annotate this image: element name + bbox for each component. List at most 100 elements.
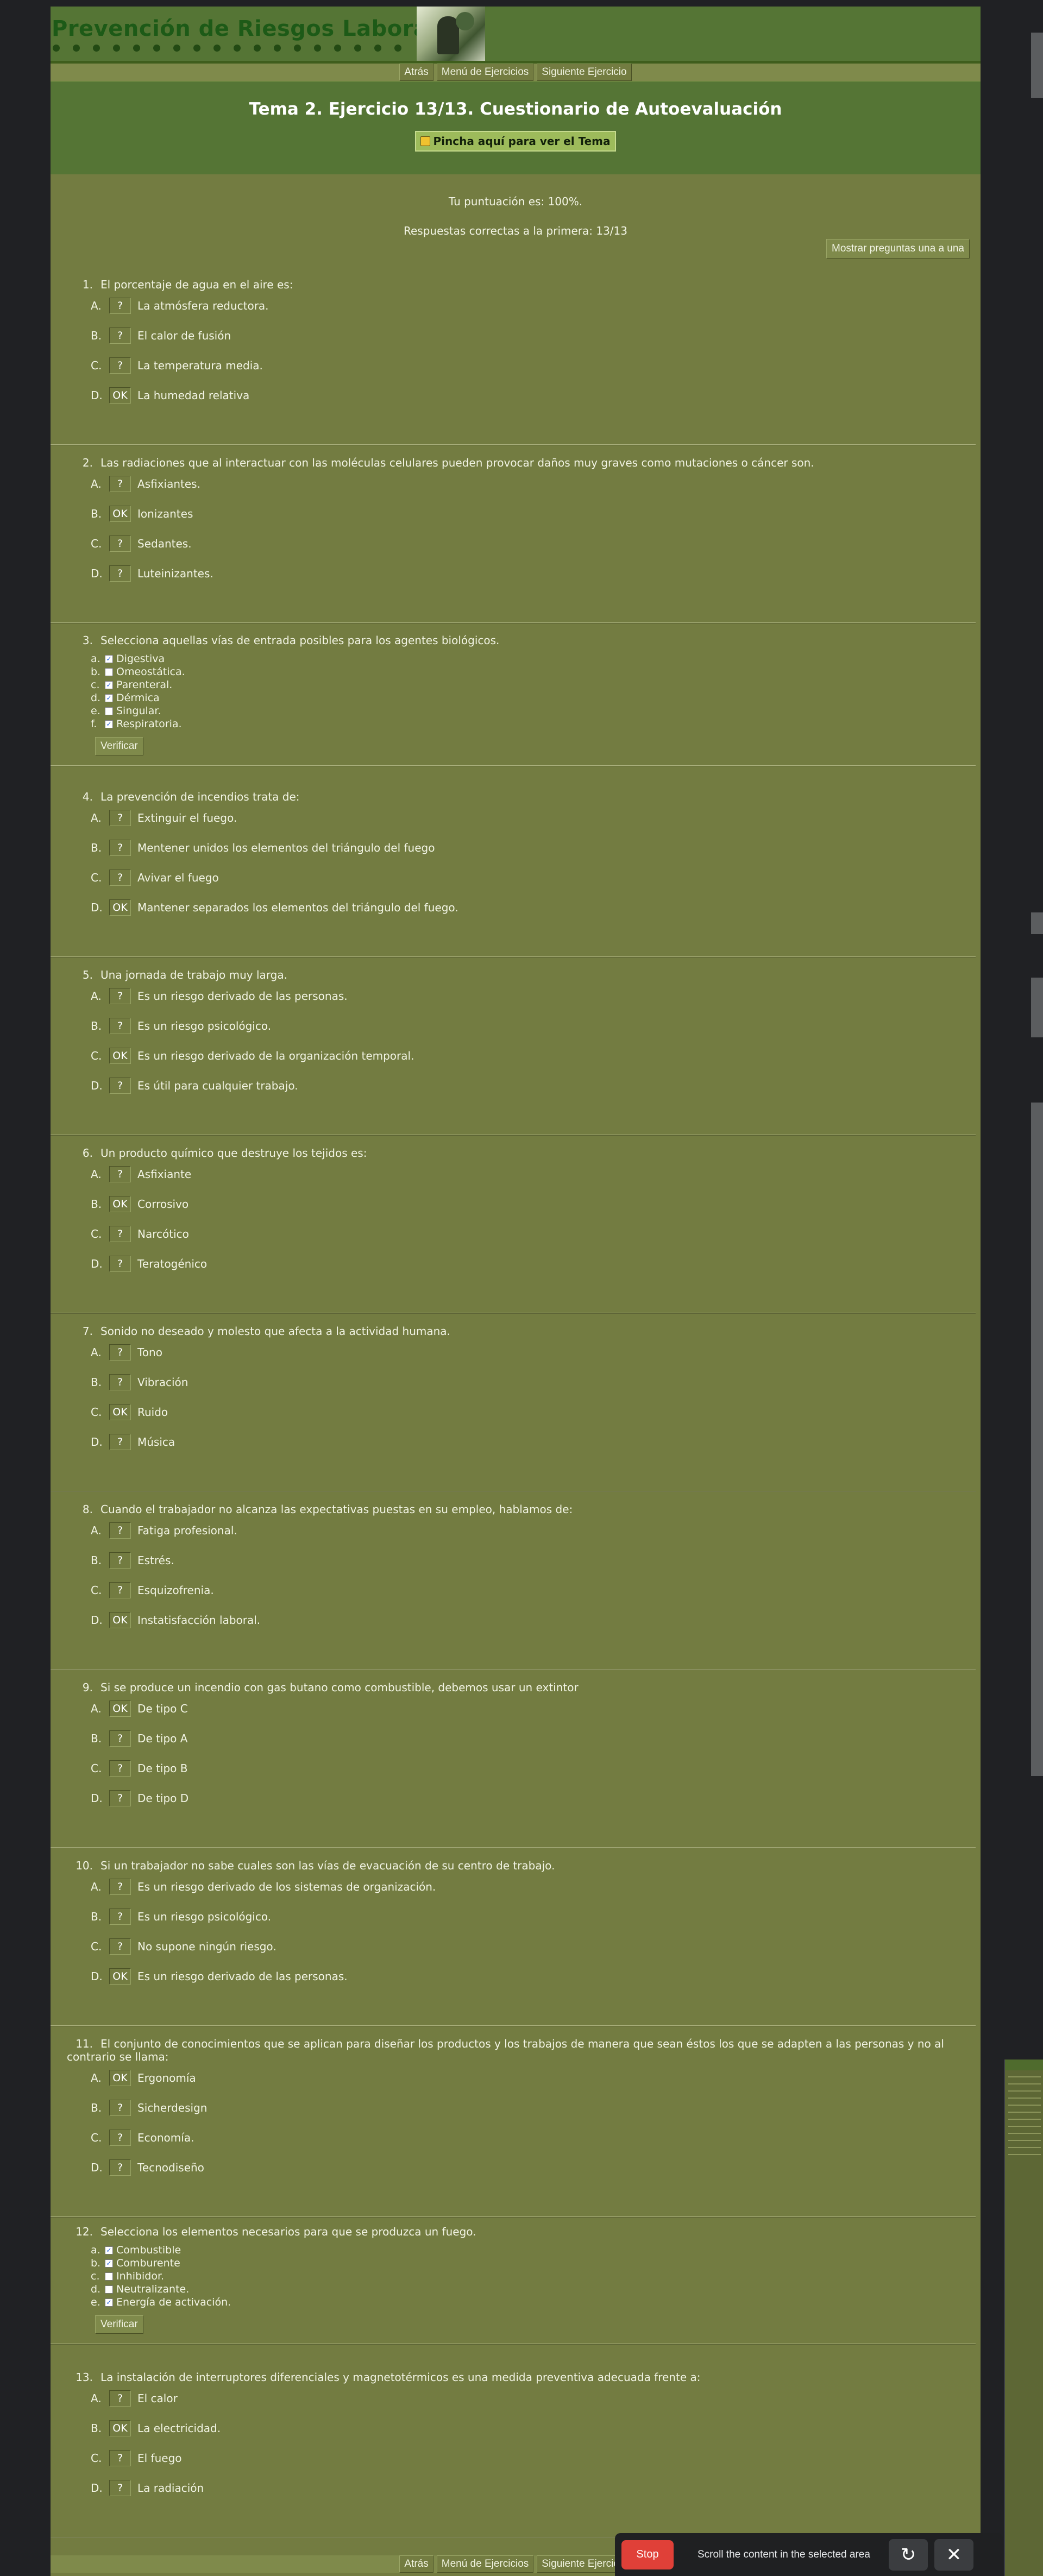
question-number: 3. (82, 634, 93, 647)
answer-check-button[interactable]: OK (109, 1968, 131, 1985)
answer-check-button[interactable]: ? (109, 2130, 131, 2146)
option-checkbox[interactable]: ✓ (105, 2298, 113, 2307)
option-checkbox[interactable]: ✓ (105, 720, 113, 728)
option-checkbox[interactable] (105, 667, 113, 676)
option-letter: B. (91, 1198, 102, 1211)
answer-check-button[interactable]: ? (109, 565, 131, 582)
nav-back-button[interactable]: Atrás (399, 64, 433, 81)
option-checkbox[interactable]: ✓ (105, 2246, 113, 2254)
answer-check-button[interactable]: ? (109, 1582, 131, 1598)
verify-button[interactable]: Verificar (95, 2315, 143, 2334)
nav-back-button[interactable]: Atrás (399, 2555, 433, 2573)
answer-check-button[interactable]: ? (109, 1760, 131, 1777)
answer-check-button[interactable]: ? (109, 1018, 131, 1034)
option-checkbox[interactable] (105, 707, 113, 715)
question-label: Un producto químico que destruye los tej… (100, 1147, 367, 1160)
option-checkbox[interactable]: ✓ (105, 2259, 113, 2268)
option-checkbox[interactable] (105, 2285, 113, 2294)
answer-check-button[interactable]: ? (109, 870, 131, 886)
question-text: 6. Un producto químico que destruye los t… (67, 1147, 958, 1160)
question-number: 9. (82, 1681, 93, 1694)
answer-check-button[interactable]: ? (109, 1938, 131, 1955)
option-letter: C. (91, 537, 102, 550)
answer-check-button[interactable]: ? (109, 536, 131, 552)
theme-link-button[interactable]: Pincha aquí para ver el Tema (415, 131, 616, 152)
nav-exercise-menu-button[interactable]: Menú de Ejercicios (436, 2555, 534, 2573)
answer-check-button[interactable]: OK (109, 2420, 131, 2436)
option-text: Energía de activación. (116, 2296, 231, 2308)
answer-check-button[interactable]: ? (109, 1552, 131, 1569)
option-letter: C. (91, 1406, 102, 1419)
verify-button[interactable]: Verificar (95, 737, 143, 755)
answer-check-button[interactable]: ? (109, 1522, 131, 1539)
option-checkbox[interactable]: ✓ (105, 694, 113, 702)
answer-option: B.? Vibración (91, 1374, 188, 1390)
answer-option: A. OK Ergonomía (91, 2070, 196, 2086)
checkbox-option: a. ✓ Digestiva (91, 652, 165, 665)
answer-check-button[interactable]: ? (109, 1166, 131, 1182)
option-text: Fatiga profesional. (137, 1524, 237, 1537)
answer-check-button[interactable]: ? (109, 1879, 131, 1895)
answer-option: B.? Es un riesgo psicológico. (91, 1018, 271, 1034)
stop-button[interactable]: Stop (621, 2540, 674, 2569)
answer-option: A.? Es un riesgo derivado de los sistemas… (91, 1879, 436, 1895)
answer-option: D.? Es útil para cualquier trabajo. (91, 1078, 298, 1094)
answer-option: B.? Es un riesgo psicológico. (91, 1909, 271, 1925)
option-checkbox[interactable]: ✓ (105, 681, 113, 689)
site-banner: Prevención de Riesgos Laborales (51, 7, 981, 64)
answer-check-button[interactable]: ? (109, 327, 131, 344)
answer-check-button[interactable]: ? (109, 1256, 131, 1272)
answer-check-button[interactable]: OK (109, 1048, 131, 1064)
question-number: 13. (76, 2371, 93, 2384)
option-letter: D. (91, 2481, 103, 2495)
answer-check-button[interactable]: OK (109, 1196, 131, 1212)
question-divider (51, 1491, 976, 1492)
option-checkbox[interactable] (105, 2272, 113, 2281)
option-letter: a. (91, 653, 100, 665)
answer-check-button[interactable]: ? (109, 298, 131, 314)
question-label: La instalación de interruptores diferenc… (100, 2371, 701, 2384)
question-label: Las radiaciones que al interactuar con l… (100, 456, 814, 469)
answer-check-button[interactable]: OK (109, 387, 131, 404)
nav-exercise-menu-button[interactable]: Menú de Ejercicios (436, 64, 534, 81)
answer-check-button[interactable]: OK (109, 1612, 131, 1628)
close-icon[interactable]: ✕ (934, 2539, 973, 2571)
answer-check-button[interactable]: ? (109, 840, 131, 856)
answer-check-button[interactable]: ? (109, 476, 131, 492)
answer-check-button[interactable]: ? (109, 2100, 131, 2116)
question-text: 9. Si se produce un incendio con gas buta… (67, 1681, 958, 1694)
option-letter: A. (91, 1346, 102, 1359)
answer-check-button[interactable]: OK (109, 1404, 131, 1420)
answer-check-button[interactable]: ? (109, 1374, 131, 1390)
answer-check-button[interactable]: ? (109, 2159, 131, 2176)
answer-check-button[interactable]: ? (109, 357, 131, 374)
answer-check-button[interactable]: OK (109, 506, 131, 522)
answer-check-button[interactable]: ? (109, 988, 131, 1004)
answer-check-button[interactable]: ? (109, 1434, 131, 1450)
nav-next-exercise-button[interactable]: Siguiente Ejercicio (537, 64, 632, 81)
option-text: La temperatura media. (137, 359, 263, 372)
option-letter: e. (91, 705, 100, 717)
answer-check-button[interactable]: ? (109, 1226, 131, 1242)
answer-check-button[interactable]: ? (109, 1344, 131, 1361)
answer-check-button[interactable]: ? (109, 2480, 131, 2496)
option-text: De tipo C (137, 1702, 188, 1715)
answer-check-button[interactable]: ? (109, 2390, 131, 2407)
answer-check-button[interactable]: OK (109, 2070, 131, 2086)
option-checkbox[interactable]: ✓ (105, 654, 113, 663)
answer-check-button[interactable]: OK (109, 899, 131, 916)
answer-check-button[interactable]: ? (109, 1790, 131, 1806)
show-one-by-one-button[interactable]: Mostrar preguntas una a una (826, 239, 970, 259)
refresh-icon[interactable]: ↻ (889, 2539, 928, 2571)
answer-check-button[interactable]: ? (109, 810, 131, 826)
answer-check-button[interactable]: OK (109, 1700, 131, 1717)
question-number: 7. (82, 1325, 93, 1338)
page-minimap[interactable] (1004, 2059, 1043, 2576)
answer-check-button[interactable]: ? (109, 1909, 131, 1925)
option-letter: f. (91, 718, 97, 730)
option-text: El calor de fusión (137, 329, 231, 342)
answer-check-button[interactable]: ? (109, 2450, 131, 2466)
answer-check-button[interactable]: ? (109, 1730, 131, 1747)
answer-check-button[interactable]: ? (109, 1078, 131, 1094)
question-text: 12. Selecciona los elementos necesarios p… (67, 2225, 958, 2238)
